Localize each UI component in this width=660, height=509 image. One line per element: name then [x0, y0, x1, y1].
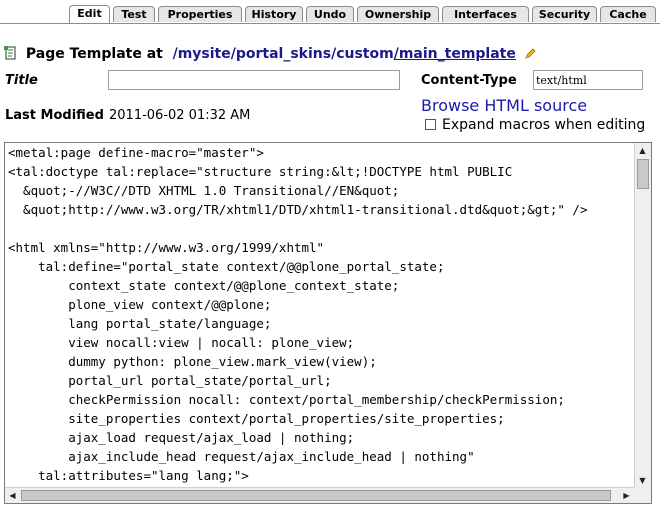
- code-line: context_state context/@@plone_context_st…: [8, 278, 400, 293]
- title-prefix: Page Template at: [25, 46, 163, 62]
- tab-edit[interactable]: Edit: [69, 5, 110, 23]
- scroll-right-icon[interactable]: ▶: [619, 488, 634, 503]
- page-template-icon: [4, 46, 16, 60]
- code-line: portal_url portal_state/portal_url;: [8, 373, 332, 388]
- breadcrumb-mysite[interactable]: /mysite: [173, 46, 231, 62]
- tab-properties[interactable]: Properties: [158, 6, 242, 22]
- scroll-left-icon[interactable]: ◀: [5, 488, 20, 503]
- tab-interfaces[interactable]: Interfaces: [442, 6, 529, 22]
- tab-undo[interactable]: Undo: [306, 6, 354, 22]
- code-line: view nocall:view | nocall: plone_view;: [8, 335, 355, 350]
- horizontal-scroll-thumb[interactable]: [21, 490, 611, 501]
- browse-html-source-link[interactable]: Browse HTML source: [421, 96, 587, 115]
- title-input[interactable]: [108, 70, 400, 90]
- code-line: dummy python: plone_view.mark_view(view)…: [8, 354, 377, 369]
- vertical-scrollbar[interactable]: ▲ ▼: [634, 143, 651, 488]
- code-line: &quot;http://www.w3.org/TR/xhtml1/DTD/xh…: [8, 202, 588, 217]
- breadcrumb-main-template[interactable]: /main_template: [394, 46, 516, 62]
- content-type-label: Content-Type: [421, 73, 517, 88]
- tab-bar: Edit Test Properties History Undo Owners…: [0, 0, 660, 24]
- code-line: tal:attributes="lang lang;">: [8, 468, 249, 483]
- last-modified-label: Last Modified: [5, 108, 104, 123]
- code-line: tal:define="portal_state context/@@plone…: [8, 259, 445, 274]
- vertical-scroll-thumb[interactable]: [637, 159, 649, 189]
- horizontal-scrollbar[interactable]: ◀ ▶: [5, 487, 634, 503]
- code-line: &quot;-//W3C//DTD XHTML 1.0 Transitional…: [8, 183, 400, 198]
- scroll-down-icon[interactable]: ▼: [635, 473, 650, 488]
- template-source-editor[interactable]: <metal:page define-macro="master"> <tal:d…: [4, 142, 652, 504]
- code-line: ajax_include_head request/ajax_include_h…: [8, 449, 475, 464]
- tab-test[interactable]: Test: [113, 6, 155, 22]
- expand-macros-row[interactable]: Expand macros when editing: [425, 117, 645, 133]
- breadcrumb: /mysite/portal_skins/custom/main_templat…: [168, 46, 516, 62]
- scroll-up-icon[interactable]: ▲: [635, 143, 650, 158]
- expand-macros-label: Expand macros when editing: [442, 117, 646, 133]
- tab-security[interactable]: Security: [532, 6, 597, 22]
- page-title: Page Template at /mysite/portal_skins/cu…: [4, 46, 536, 66]
- code-line: checkPermission nocall: context/portal_m…: [8, 392, 565, 407]
- content-type-input[interactable]: [533, 70, 643, 90]
- title-label: Title: [5, 73, 38, 88]
- code-textarea[interactable]: <metal:page define-macro="master"> <tal:d…: [5, 143, 634, 488]
- scrollbar-corner: [634, 487, 651, 503]
- code-line: lang portal_state/language;: [8, 316, 272, 331]
- code-line: plone_view context/@@plone;: [8, 297, 272, 312]
- breadcrumb-portal-skins[interactable]: /portal_skins: [231, 46, 331, 62]
- code-line: <tal:doctype tal:replace="structure stri…: [8, 164, 513, 179]
- tab-ownership[interactable]: Ownership: [357, 6, 439, 22]
- tab-cache[interactable]: Cache: [600, 6, 656, 22]
- expand-macros-checkbox[interactable]: [425, 119, 436, 130]
- code-line: <metal:page define-macro="master">: [8, 145, 264, 160]
- last-modified-value: 2011-06-02 01:32 AM: [109, 108, 251, 123]
- code-line: <html xmlns="http://www.w3.org/1999/xhtm…: [8, 240, 325, 255]
- code-line: site_properties context/portal_propertie…: [8, 411, 505, 426]
- code-line: ajax_load request/ajax_load | nothing;: [8, 430, 355, 445]
- tab-history[interactable]: History: [245, 6, 303, 22]
- breadcrumb-custom[interactable]: /custom: [331, 46, 394, 62]
- pencil-icon[interactable]: [524, 48, 536, 60]
